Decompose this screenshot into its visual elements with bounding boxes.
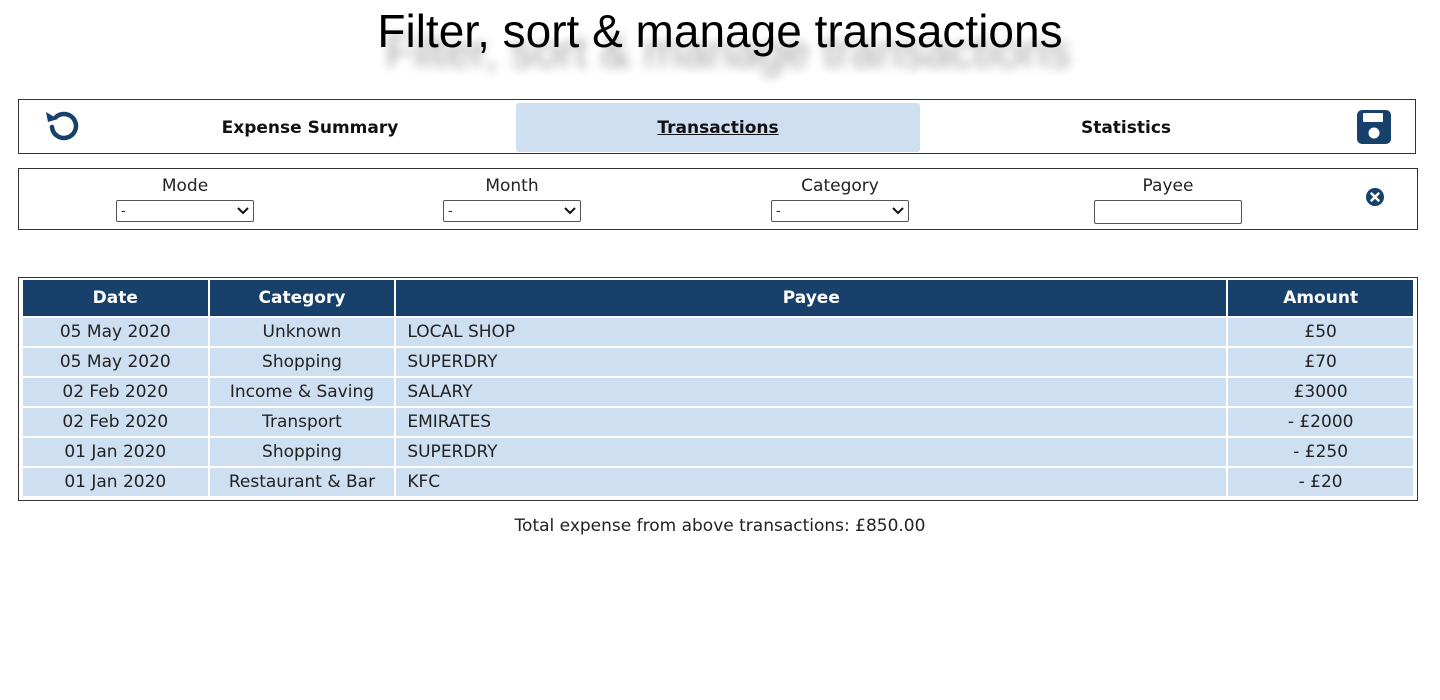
cell-amount: - £2000 — [1228, 408, 1413, 436]
tab-statistics[interactable]: Statistics — [924, 103, 1328, 152]
payee-input[interactable] — [1094, 200, 1242, 224]
clear-filter-icon[interactable] — [1365, 187, 1385, 207]
cell-amount: £50 — [1228, 318, 1413, 346]
cell-amount: £3000 — [1228, 378, 1413, 406]
cell-payee: SUPERDRY — [396, 348, 1227, 376]
mode-select[interactable]: - — [116, 200, 254, 222]
month-label: Month — [485, 176, 539, 196]
cell-date: 05 May 2020 — [23, 318, 208, 346]
table-row[interactable]: 05 May 2020 Shopping SUPERDRY £70 — [23, 348, 1413, 376]
cell-category: Unknown — [209, 318, 395, 346]
table-header-row: Date Category Payee Amount — [23, 280, 1413, 316]
cell-category: Transport — [209, 408, 395, 436]
cell-date: 01 Jan 2020 — [23, 438, 208, 466]
table-row[interactable]: 05 May 2020 Unknown LOCAL SHOP £50 — [23, 318, 1413, 346]
mode-select-value: - — [121, 203, 126, 219]
cell-category: Shopping — [209, 438, 395, 466]
save-icon[interactable] — [1354, 108, 1394, 146]
cell-date: 02 Feb 2020 — [23, 378, 208, 406]
category-select[interactable]: - — [771, 200, 909, 222]
tab-expense-summary[interactable]: Expense Summary — [108, 103, 512, 152]
cell-payee: SALARY — [396, 378, 1227, 406]
chevron-down-icon — [564, 204, 576, 219]
transactions-table-container: Date Category Payee Amount 05 May 2020 Un… — [18, 277, 1418, 501]
cell-amount: - £250 — [1228, 438, 1413, 466]
category-filter: Category - — [740, 175, 940, 222]
month-filter: Month - — [412, 175, 612, 222]
table-row[interactable]: 02 Feb 2020 Income & Saving SALARY £3000 — [23, 378, 1413, 406]
chevron-down-icon — [237, 204, 249, 219]
table-row[interactable]: 02 Feb 2020 Transport EMIRATES - £2000 — [23, 408, 1413, 436]
cell-category: Restaurant & Bar — [209, 468, 395, 496]
filter-bar: Mode - Month - Category - Payee — [18, 168, 1418, 230]
cell-amount: - £20 — [1228, 468, 1413, 496]
column-header-category[interactable]: Category — [209, 280, 395, 316]
category-label: Category — [801, 176, 879, 196]
cell-payee: EMIRATES — [396, 408, 1227, 436]
cell-date: 05 May 2020 — [23, 348, 208, 376]
page-header: Filter, sort & manage transactions Filte… — [0, 0, 1440, 80]
table-row[interactable]: 01 Jan 2020 Shopping SUPERDRY - £250 — [23, 438, 1413, 466]
cell-amount: £70 — [1228, 348, 1413, 376]
undo-icon[interactable] — [42, 108, 82, 146]
cell-payee: KFC — [396, 468, 1227, 496]
payee-filter: Payee — [1068, 175, 1268, 224]
cell-payee: LOCAL SHOP — [396, 318, 1227, 346]
month-select-value: - — [448, 203, 453, 219]
page-title: Filter, sort & manage transactions — [377, 5, 1063, 57]
transactions-table: Date Category Payee Amount 05 May 2020 Un… — [21, 278, 1415, 498]
total-expense-text: Total expense from above transactions: £… — [514, 516, 926, 536]
cell-category: Income & Saving — [209, 378, 395, 406]
cell-payee: SUPERDRY — [396, 438, 1227, 466]
cell-date: 01 Jan 2020 — [23, 468, 208, 496]
category-select-value: - — [776, 203, 781, 219]
mode-label: Mode — [161, 176, 209, 196]
month-select[interactable]: - — [443, 200, 581, 222]
navigation-bar: Expense Summary Transactions Statistics — [18, 99, 1416, 154]
cell-date: 02 Feb 2020 — [23, 408, 208, 436]
column-header-amount[interactable]: Amount — [1228, 280, 1413, 316]
mode-filter: Mode - — [85, 175, 285, 222]
cell-category: Shopping — [209, 348, 395, 376]
payee-label: Payee — [1142, 176, 1194, 196]
tab-transactions[interactable]: Transactions — [516, 103, 920, 152]
column-header-payee[interactable]: Payee — [396, 280, 1227, 316]
column-header-date[interactable]: Date — [23, 280, 208, 316]
table-row[interactable]: 01 Jan 2020 Restaurant & Bar KFC - £20 — [23, 468, 1413, 496]
chevron-down-icon — [892, 204, 904, 219]
